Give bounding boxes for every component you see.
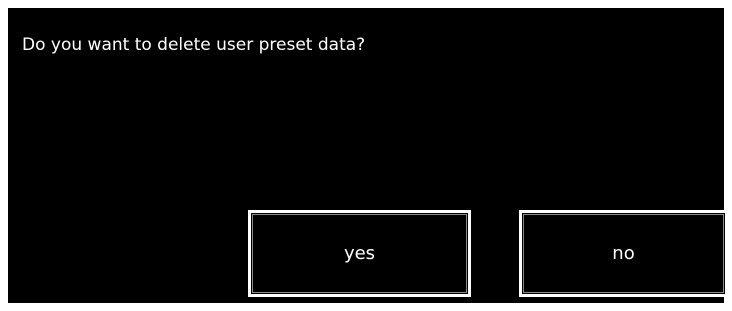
- yes-button[interactable]: yes: [248, 210, 471, 297]
- no-button[interactable]: no: [519, 210, 725, 297]
- no-button-label: no: [612, 243, 635, 264]
- dialog-message: Do you want to delete user preset data?: [22, 35, 366, 55]
- yes-button-label: yes: [343, 243, 376, 264]
- confirm-dialog: Do you want to delete user preset data? …: [8, 8, 725, 303]
